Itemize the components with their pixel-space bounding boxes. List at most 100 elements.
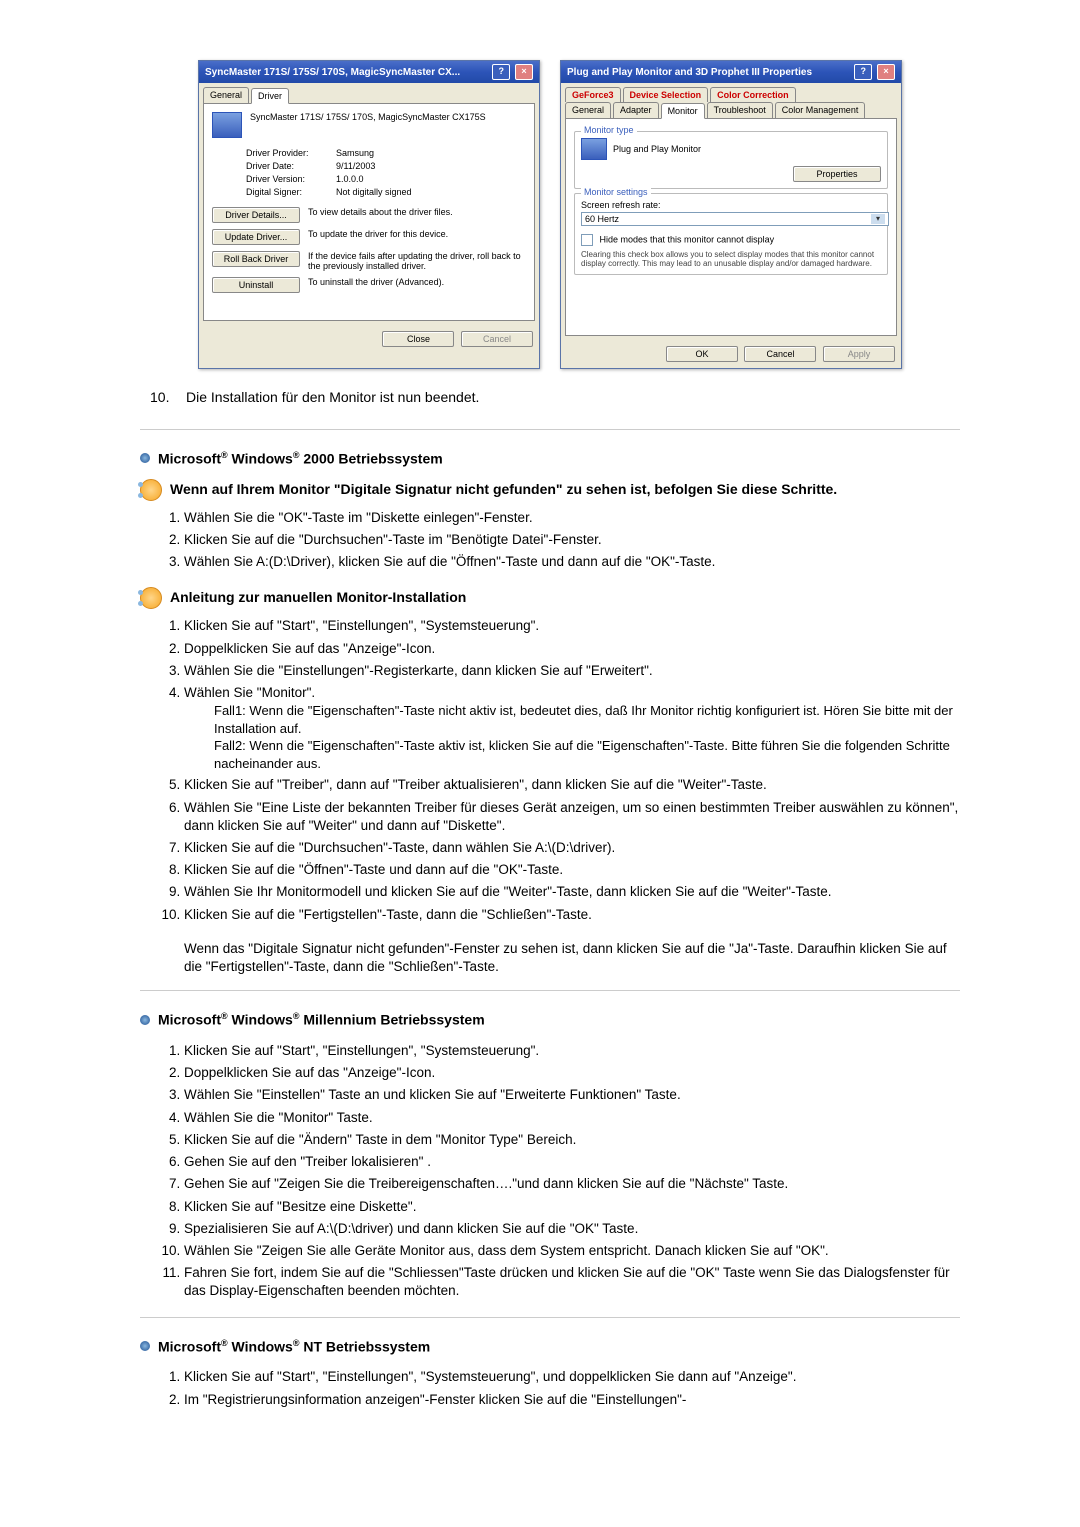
val-date: 9/11/2003 xyxy=(336,161,375,171)
list-item: Klicken Sie auf "Start", "Einstellungen"… xyxy=(184,1366,960,1388)
list-item: Wählen Sie die "Einstellungen"-Registerk… xyxy=(184,660,960,682)
screenshot-row: SyncMaster 171S/ 175S/ 170S, MagicSyncMa… xyxy=(140,60,960,369)
sub-block-sig: Wenn auf Ihrem Monitor "Digitale Signatu… xyxy=(140,479,960,501)
fall2: Fall2: Wenn die "Eigenschaften"-Taste ak… xyxy=(214,737,960,772)
chevron-down-icon: ▾ xyxy=(871,214,885,224)
help-icon[interactable]: ? xyxy=(492,64,510,80)
grp-monset-title: Monitor settings xyxy=(581,187,651,197)
driver-properties-dialog: SyncMaster 171S/ 175S/ 170S, MagicSyncMa… xyxy=(198,60,540,369)
uninstall-button[interactable]: Uninstall xyxy=(212,277,300,293)
list-item: Klicken Sie auf "Treiber", dann auf "Tre… xyxy=(184,774,960,796)
fall1: Fall1: Wenn die "Eigenschaften"-Taste ni… xyxy=(214,702,960,737)
dialog1-window-controls: ? × xyxy=(490,64,533,80)
val-version: 1.0.0.0 xyxy=(336,174,364,184)
list-item: Klicken Sie auf die "Fertigstellen"-Tast… xyxy=(184,904,960,926)
update-driver-desc: To update the driver for this device. xyxy=(308,229,526,239)
step-10-text: Die Installation für den Monitor ist nun… xyxy=(186,389,479,405)
hide-modes-checkbox[interactable] xyxy=(581,234,593,246)
group-monitor-settings: Monitor settings Screen refresh rate: 60… xyxy=(574,193,888,275)
list-item: Gehen Sie auf den "Treiber lokalisieren"… xyxy=(184,1151,960,1173)
list-item: Klicken Sie auf "Start", "Einstellungen"… xyxy=(184,1040,960,1062)
close-button[interactable]: Close xyxy=(382,331,454,347)
section-title-winme: Microsoft® Windows® Millennium Betriebss… xyxy=(140,1011,960,1028)
list-item: Wählen Sie "Zeigen Sie alle Geräte Monit… xyxy=(184,1240,960,1262)
list-item: Doppelklicken Sie auf das "Anzeige"-Icon… xyxy=(184,638,960,660)
step-10-num: 10. xyxy=(150,389,174,405)
list-item: Gehen Sie auf "Zeigen Sie die Treibereig… xyxy=(184,1173,960,1195)
monitor-type-name: Plug and Play Monitor xyxy=(613,144,881,154)
close-icon[interactable]: × xyxy=(515,64,533,80)
grp-montype-title: Monitor type xyxy=(581,125,637,135)
update-driver-button[interactable]: Update Driver... xyxy=(212,229,300,245)
tab-troubleshoot[interactable]: Troubleshoot xyxy=(707,102,773,118)
list-item: Spezialisieren Sie auf A:\(D:\driver) un… xyxy=(184,1218,960,1240)
list-item: Wählen Sie "Eine Liste der bekannten Tre… xyxy=(184,797,960,837)
group-monitor-type: Monitor type Plug and Play Monitor Prope… xyxy=(574,131,888,189)
after-note: Wenn das "Digitale Signatur nicht gefund… xyxy=(184,940,960,976)
cancel-button: Cancel xyxy=(461,331,533,347)
help-icon[interactable]: ? xyxy=(854,64,872,80)
list-item: Fahren Sie fort, indem Sie auf die "Schl… xyxy=(184,1262,960,1302)
step-10: 10. Die Installation für den Monitor ist… xyxy=(150,389,960,405)
section-title-win2000: Microsoft® Windows® 2000 Betriebssystem xyxy=(140,450,960,467)
cancel-button[interactable]: Cancel xyxy=(744,346,816,362)
list-item: Wählen Sie die "OK"-Taste im "Diskette e… xyxy=(184,507,960,529)
val-signer: Not digitally signed xyxy=(336,187,412,197)
hide-modes-label: Hide modes that this monitor cannot disp… xyxy=(600,234,775,244)
list-item: Klicken Sie auf die "Durchsuchen"-Taste … xyxy=(184,529,960,551)
lbl-provider: Driver Provider: xyxy=(246,148,336,158)
tab-driver[interactable]: Driver xyxy=(251,88,289,104)
monitor-properties-dialog: Plug and Play Monitor and 3D Prophet III… xyxy=(560,60,902,369)
bullet-icon xyxy=(140,453,150,463)
me-steps: Klicken Sie auf "Start", "Einstellungen"… xyxy=(160,1040,960,1303)
dialog1-bottom-buttons: Close Cancel xyxy=(199,325,539,353)
dialog1-title: SyncMaster 171S/ 175S/ 170S, MagicSyncMa… xyxy=(205,67,460,78)
properties-button[interactable]: Properties xyxy=(793,166,881,182)
sub2-title: Anleitung zur manuellen Monitor-Installa… xyxy=(170,587,466,605)
dialog2-titlebar: Plug and Play Monitor and 3D Prophet III… xyxy=(561,61,901,83)
apply-button: Apply xyxy=(823,346,895,362)
device-name: SyncMaster 171S/ 175S/ 170S, MagicSyncMa… xyxy=(250,112,526,122)
dialog2-window-controls: ? × xyxy=(852,64,895,80)
tab-general[interactable]: General xyxy=(203,87,249,103)
section-title-text: Microsoft® Windows® 2000 Betriebssystem xyxy=(158,450,443,467)
orange-bullet-icon xyxy=(140,479,162,501)
list-item: Klicken Sie auf "Start", "Einstellungen"… xyxy=(184,615,960,637)
list-item: Doppelklicken Sie auf das "Anzeige"-Icon… xyxy=(184,1062,960,1084)
dialog2-panel: Monitor type Plug and Play Monitor Prope… xyxy=(565,118,897,336)
dialog2-tabs-bottom: General Adapter Monitor Troubleshoot Col… xyxy=(561,102,901,118)
tab-adapter[interactable]: Adapter xyxy=(613,102,659,118)
list-item: Im "Registrierungsinformation anzeigen"-… xyxy=(184,1389,960,1411)
nt-steps: Klicken Sie auf "Start", "Einstellungen"… xyxy=(160,1366,960,1410)
uninstall-desc: To uninstall the driver (Advanced). xyxy=(308,277,526,287)
tab-geforce[interactable]: GeForce3 xyxy=(565,87,621,102)
sub-block-manual: Anleitung zur manuellen Monitor-Installa… xyxy=(140,587,960,609)
lbl-refresh: Screen refresh rate: xyxy=(581,200,881,210)
tab-monitor[interactable]: Monitor xyxy=(661,103,705,119)
list-item: Klicken Sie auf die "Durchsuchen"-Taste,… xyxy=(184,837,960,859)
driver-details-button[interactable]: Driver Details... xyxy=(212,207,300,223)
tab-color-correction[interactable]: Color Correction xyxy=(710,87,796,102)
ok-button[interactable]: OK xyxy=(666,346,738,362)
tab-device-selection[interactable]: Device Selection xyxy=(623,87,709,102)
list-item: Wählen Sie Ihr Monitormodell und klicken… xyxy=(184,881,960,903)
dialog1-titlebar: SyncMaster 171S/ 175S/ 170S, MagicSyncMa… xyxy=(199,61,539,83)
separator xyxy=(140,429,960,430)
monitor-icon xyxy=(581,138,607,160)
tab-color-management[interactable]: Color Management xyxy=(775,102,866,118)
rollback-driver-button[interactable]: Roll Back Driver xyxy=(212,251,300,267)
separator xyxy=(140,1317,960,1318)
list-item: Klicken Sie auf die "Öffnen"-Taste und d… xyxy=(184,859,960,881)
driver-details-desc: To view details about the driver files. xyxy=(308,207,526,217)
monitor-icon xyxy=(212,112,242,138)
refresh-rate-dropdown[interactable]: 60 Hertz ▾ xyxy=(581,212,889,226)
bullet-icon xyxy=(140,1341,150,1351)
val-provider: Samsung xyxy=(336,148,374,158)
list-item: Wählen Sie die "Monitor" Taste. xyxy=(184,1107,960,1129)
close-icon[interactable]: × xyxy=(877,64,895,80)
dialog2-title: Plug and Play Monitor and 3D Prophet III… xyxy=(567,67,812,78)
hide-modes-desc: Clearing this check box allows you to se… xyxy=(581,250,881,268)
tab-general2[interactable]: General xyxy=(565,102,611,118)
list-item: Klicken Sie auf "Besitze eine Diskette". xyxy=(184,1196,960,1218)
dialog2-tabs-top: GeForce3 Device Selection Color Correcti… xyxy=(561,83,901,102)
